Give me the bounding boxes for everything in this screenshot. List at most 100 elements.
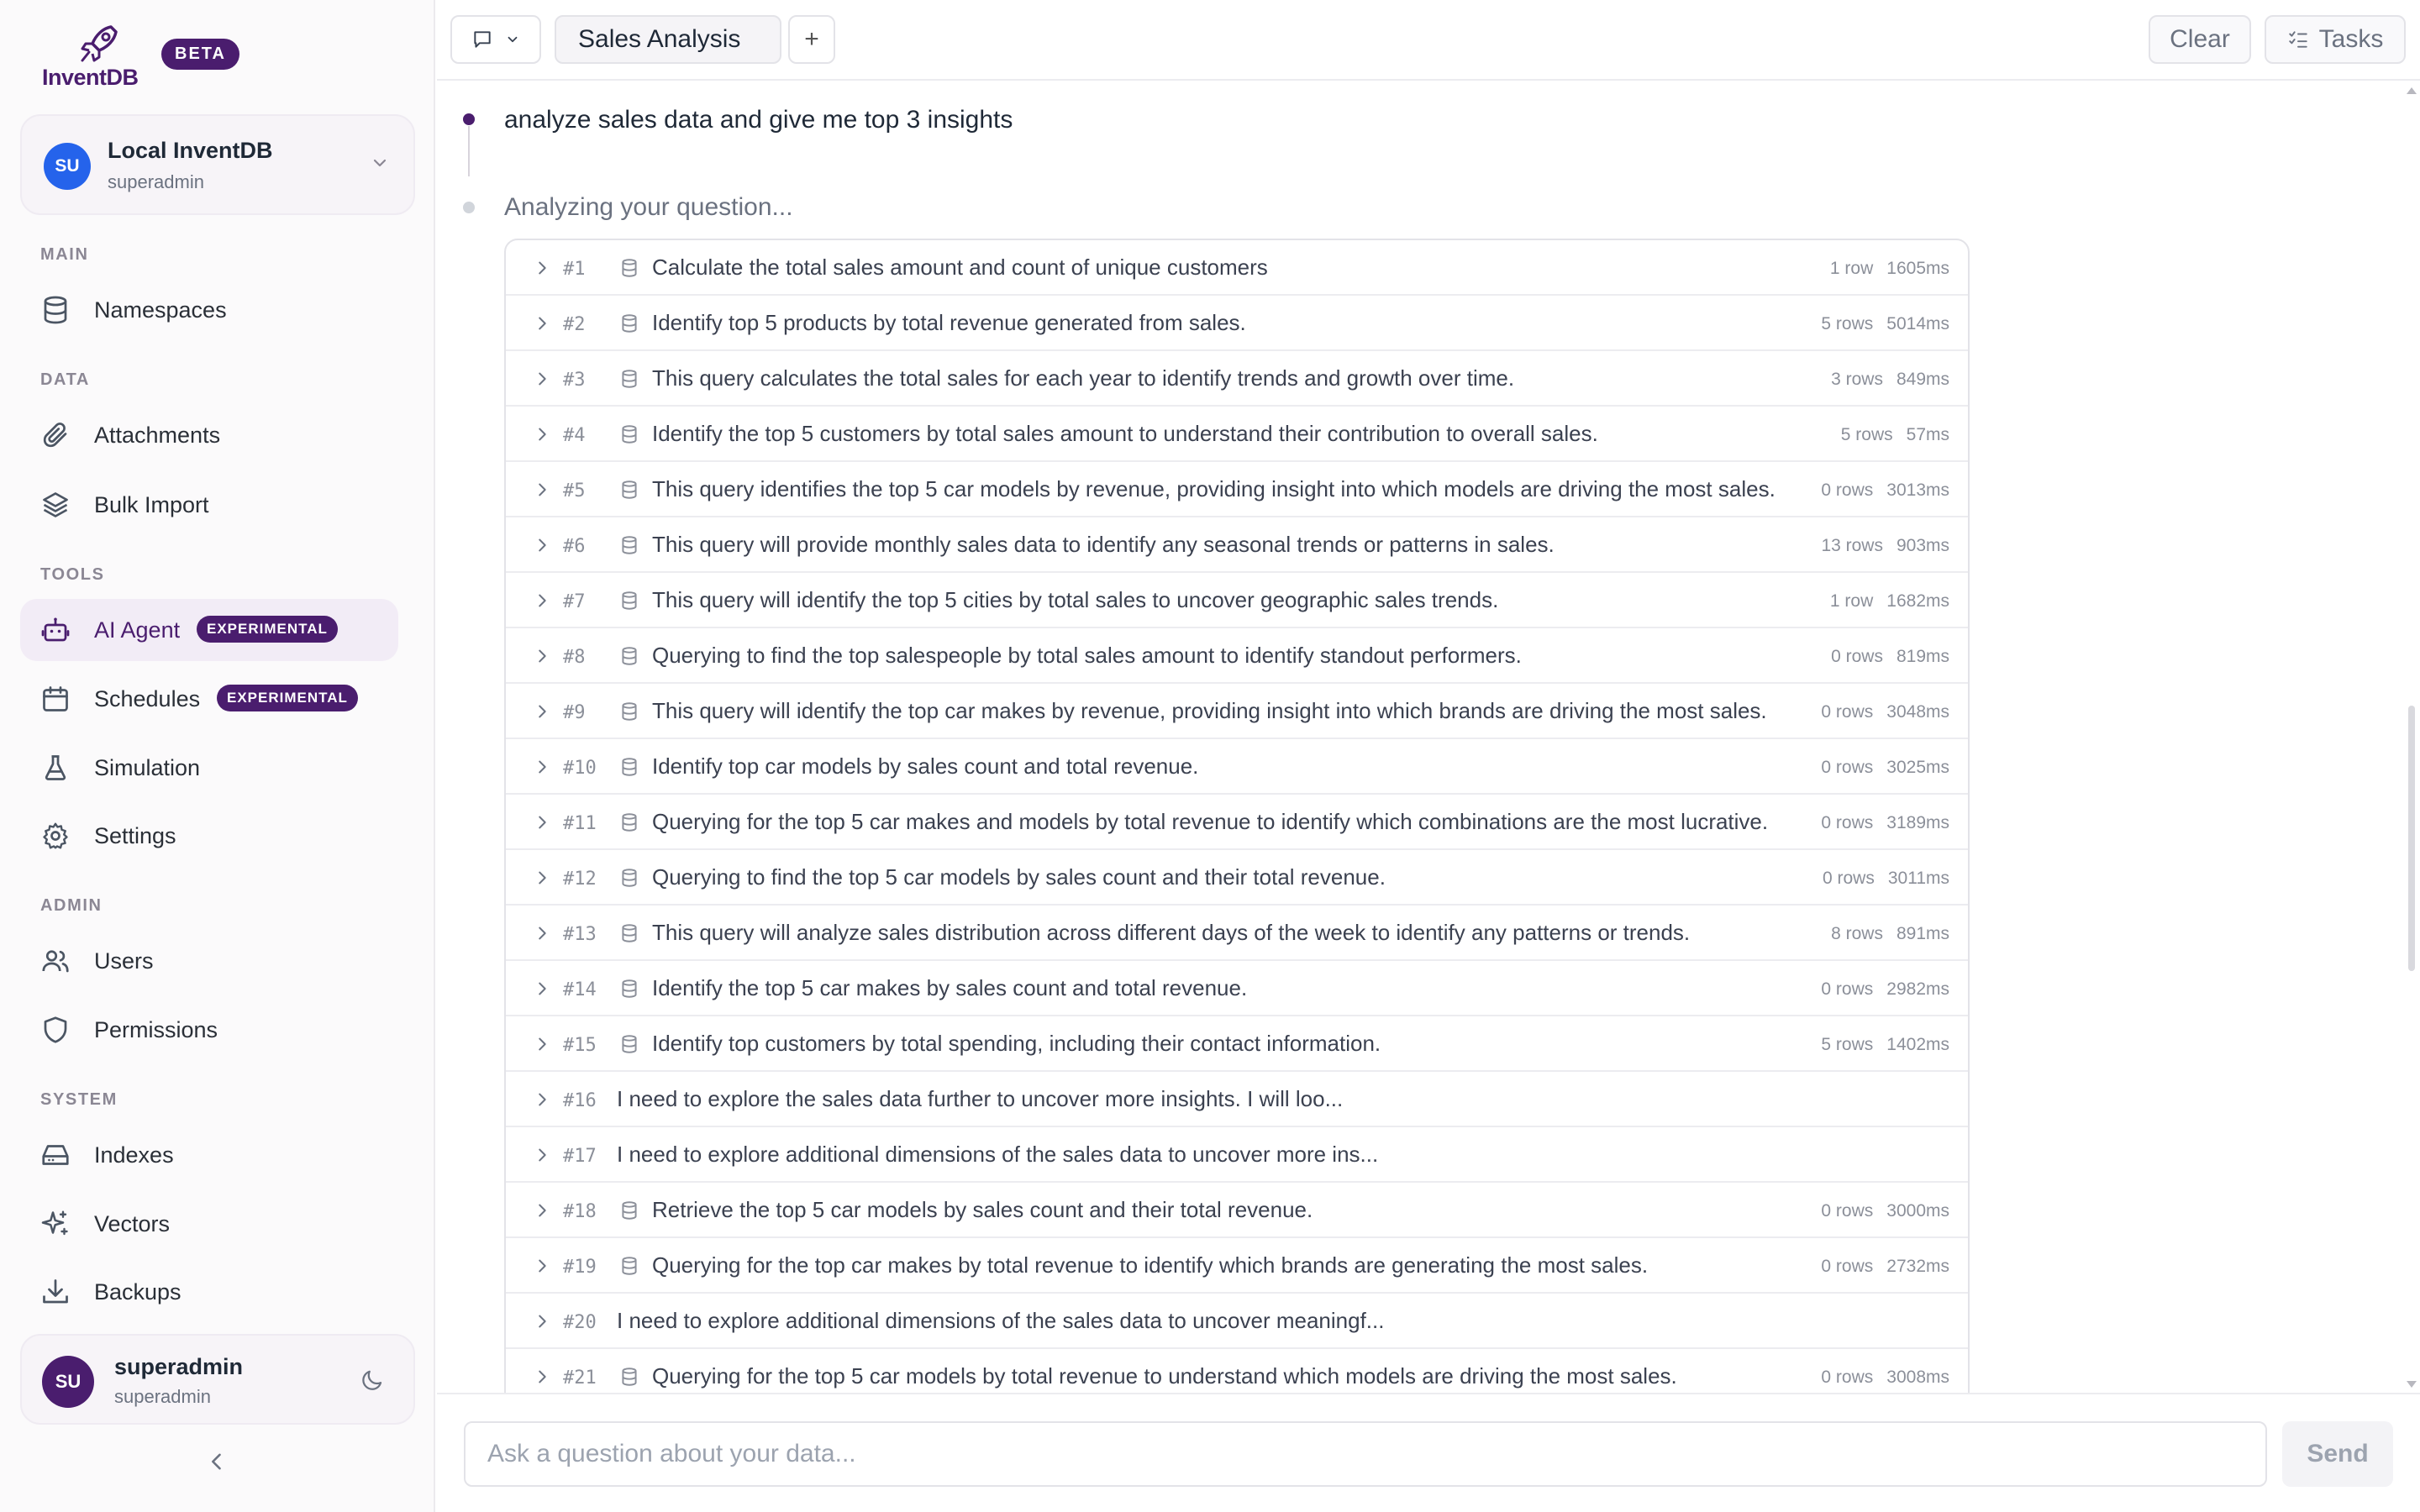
chevron-right-icon[interactable] xyxy=(533,647,551,665)
agent-step-row[interactable]: #14 Identify the top 5 car makes by sales… xyxy=(506,961,1968,1016)
sidebar-item-permissions[interactable]: Permissions xyxy=(20,999,398,1061)
database-icon xyxy=(622,259,637,277)
chevron-right-icon[interactable] xyxy=(533,591,551,610)
step-meta: 0 rows 2732ms xyxy=(1821,1257,1949,1277)
database-icon xyxy=(622,647,637,665)
agent-step-row[interactable]: #1 Calculate the total sales amount and c… xyxy=(506,240,1968,296)
chevron-right-icon[interactable] xyxy=(533,924,551,942)
tasks-button[interactable]: Tasks xyxy=(2265,15,2406,64)
sidebar-item-ai-agent[interactable]: AI Agent EXPERIMENTAL xyxy=(20,599,398,661)
chevron-right-icon[interactable] xyxy=(533,370,551,388)
step-duration: 5014ms xyxy=(1886,314,1949,333)
chevron-right-icon[interactable] xyxy=(533,869,551,887)
experimental-badge: EXPERIMENTAL xyxy=(197,616,338,643)
moon-icon[interactable] xyxy=(360,1368,385,1393)
chevron-right-icon[interactable] xyxy=(533,1257,551,1275)
step-row-count: 0 rows xyxy=(1821,702,1874,722)
sidebar-item-backups[interactable]: Backups xyxy=(20,1261,398,1323)
step-number: #19 xyxy=(563,1257,597,1278)
chevron-right-icon[interactable] xyxy=(533,259,551,277)
step-duration: 903ms xyxy=(1896,536,1949,555)
chevron-right-icon[interactable] xyxy=(533,314,551,333)
chevron-right-icon[interactable] xyxy=(533,1201,551,1220)
question-input[interactable] xyxy=(464,1421,2267,1487)
agent-step-row[interactable]: #6 This query will provide monthly sales … xyxy=(506,517,1968,573)
clear-button[interactable]: Clear xyxy=(2149,15,2251,64)
step-row-count: 8 rows xyxy=(1831,924,1883,943)
list-checks-icon xyxy=(2288,31,2307,48)
step-description: Querying to find the top 5 car models by… xyxy=(652,864,1386,890)
step-meta: 1 row 1605ms xyxy=(1830,259,1949,279)
agent-step-row[interactable]: #8 Querying to find the top salespeople b… xyxy=(506,628,1968,684)
chevron-right-icon[interactable] xyxy=(533,758,551,776)
step-description: This query calculates the total sales fo… xyxy=(652,365,1515,391)
sidebar-item-users[interactable]: Users xyxy=(20,930,398,992)
agent-step-row[interactable]: #12 Querying to find the top 5 car models… xyxy=(506,850,1968,906)
scrollbar-down-arrow[interactable] xyxy=(2407,1381,2417,1388)
chevron-right-icon[interactable] xyxy=(533,1090,551,1109)
tab-sales-analysis[interactable]: Sales Analysis xyxy=(555,15,781,64)
step-meta: 8 rows 891ms xyxy=(1831,924,1949,944)
agent-step-row[interactable]: #5 This query identifies the top 5 car mo… xyxy=(506,462,1968,517)
agent-step-row[interactable]: #4 Identify the top 5 customers by total … xyxy=(506,407,1968,462)
chevron-left-icon[interactable] xyxy=(205,1450,229,1473)
shield-icon xyxy=(44,1016,67,1043)
agent-step-row[interactable]: #10 Identify top car models by sales coun… xyxy=(506,739,1968,795)
sidebar-item-indexes[interactable]: Indexes xyxy=(20,1124,398,1186)
sidebar-item-bulk-import[interactable]: Bulk Import xyxy=(20,474,398,536)
message-icon xyxy=(474,31,491,48)
sidebar-item-namespaces[interactable]: Namespaces xyxy=(20,279,398,341)
chat-mode-dropdown[interactable] xyxy=(450,15,541,64)
agent-step-row[interactable]: #19 Querying for the top car makes by tot… xyxy=(506,1238,1968,1294)
chevron-right-icon[interactable] xyxy=(533,1312,551,1331)
logo[interactable]: InventDB xyxy=(42,24,143,91)
send-button[interactable]: Send xyxy=(2282,1421,2393,1487)
chevron-right-icon[interactable] xyxy=(533,480,551,499)
agent-status: Analyzing your question... xyxy=(504,193,793,221)
agent-step-row[interactable]: #20 I need to explore additional dimensio… xyxy=(506,1294,1968,1349)
chevron-right-icon[interactable] xyxy=(533,813,551,832)
step-row-count: 13 rows xyxy=(1821,536,1883,555)
scrollbar-up-arrow[interactable] xyxy=(2407,87,2417,94)
sidebar-item-settings[interactable]: Settings xyxy=(20,805,398,867)
step-duration: 891ms xyxy=(1896,924,1949,943)
step-duration: 3013ms xyxy=(1886,480,1949,500)
agent-step-row[interactable]: #13 This query will analyze sales distrib… xyxy=(506,906,1968,961)
agent-step-row[interactable]: #15 Identify top customers by total spend… xyxy=(506,1016,1968,1072)
database-selector[interactable]: SU Local InventDB superadmin xyxy=(20,114,415,215)
agent-step-row[interactable]: #21 Querying for the top 5 car models by … xyxy=(506,1349,1968,1393)
agent-step-row[interactable]: #2 Identify top 5 products by total reven… xyxy=(506,296,1968,351)
agent-step-row[interactable]: #7 This query will identify the top 5 cit… xyxy=(506,573,1968,628)
sidebar-item-schedules[interactable]: Schedules EXPERIMENTAL xyxy=(20,668,398,730)
chevron-right-icon[interactable] xyxy=(533,979,551,998)
agent-step-row[interactable]: #11 Querying for the top 5 car makes and … xyxy=(506,795,1968,850)
agent-step-row[interactable]: #9 This query will identify the top car m… xyxy=(506,684,1968,739)
chevron-right-icon[interactable] xyxy=(533,1368,551,1386)
section-label-main: MAIN xyxy=(40,245,89,264)
chevron-right-icon[interactable] xyxy=(533,1146,551,1164)
user-profile-card[interactable]: SU superadmin superadmin xyxy=(20,1334,415,1425)
agent-step-row[interactable]: #17 I need to explore additional dimensio… xyxy=(506,1127,1968,1183)
step-duration: 57ms xyxy=(1906,425,1949,444)
chevron-right-icon[interactable] xyxy=(533,702,551,721)
sidebar-item-simulation[interactable]: Simulation xyxy=(20,737,398,799)
agent-step-row[interactable]: #16 I need to explore the sales data furt… xyxy=(506,1072,1968,1127)
agent-step-row[interactable]: #3 This query calculates the total sales … xyxy=(506,351,1968,407)
sidebar-item-label: Vectors xyxy=(94,1211,171,1236)
step-duration: 1402ms xyxy=(1886,1035,1949,1054)
agent-step-row[interactable]: #18 Retrieve the top 5 car models by sale… xyxy=(506,1183,1968,1238)
chevron-right-icon[interactable] xyxy=(533,425,551,444)
step-duration: 1605ms xyxy=(1886,259,1949,278)
scrollbar-thumb[interactable] xyxy=(2408,706,2415,971)
step-number: #18 xyxy=(563,1201,597,1222)
database-icon xyxy=(622,813,637,832)
sidebar-item-label: Settings xyxy=(94,823,176,848)
add-tab-button[interactable]: + xyxy=(788,15,835,64)
step-meta: 0 rows 3048ms xyxy=(1821,702,1949,722)
step-row-count: 0 rows xyxy=(1831,647,1883,666)
sidebar-item-attachments[interactable]: Attachments xyxy=(20,404,398,466)
sidebar-item-vectors[interactable]: Vectors xyxy=(20,1193,398,1255)
chevron-right-icon[interactable] xyxy=(533,536,551,554)
chevron-right-icon[interactable] xyxy=(533,1035,551,1053)
step-description: Retrieve the top 5 car models by sales c… xyxy=(652,1197,1313,1222)
